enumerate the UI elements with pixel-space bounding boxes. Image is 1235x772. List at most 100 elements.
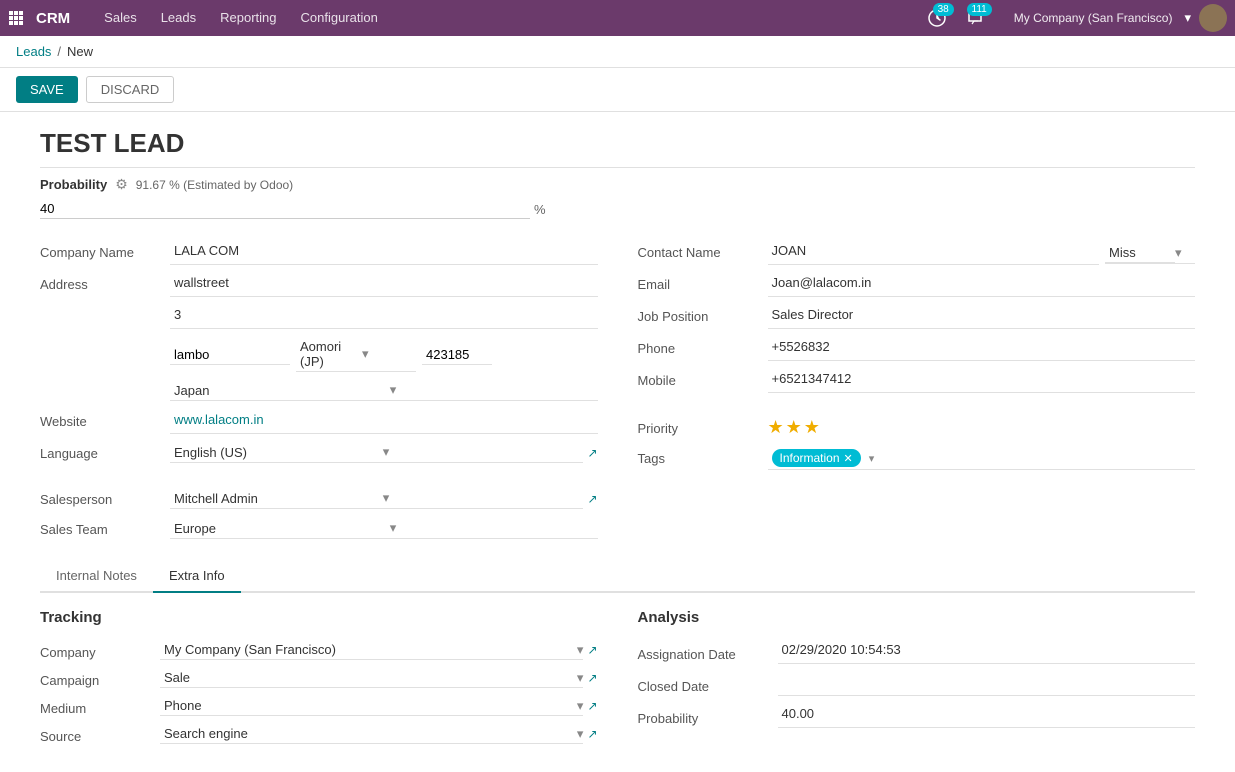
job-position-value[interactable]: Sales Director [768, 305, 1196, 329]
language-row: Language English (US) ▾ ↗ [40, 438, 598, 468]
gear-icon[interactable]: ⚙ [115, 176, 128, 193]
star-1[interactable]: ★ [768, 417, 784, 438]
tabs-bar: Internal Notes Extra Info [40, 560, 1195, 593]
address-label-country [40, 380, 170, 384]
contact-name-label: Contact Name [638, 241, 768, 260]
address-street[interactable]: wallstreet [170, 273, 598, 297]
probability-estimated: 91.67 % (Estimated by Odoo) [136, 178, 293, 192]
breadcrumb-new: New [67, 44, 93, 59]
company-name-value[interactable]: LALA COM [170, 241, 598, 265]
priority-stars[interactable]: ★ ★ ★ [768, 417, 820, 438]
discard-button[interactable]: DISCARD [86, 76, 175, 103]
address-city-row: Aomori (JP) ▾ [40, 333, 598, 376]
closed-date-value[interactable] [778, 672, 1196, 696]
nav-sales[interactable]: Sales [94, 0, 147, 36]
phone-row: Phone +5526832 [638, 333, 1196, 365]
tracking-campaign-label: Campaign [40, 669, 160, 688]
breadcrumb-leads[interactable]: Leads [16, 44, 51, 59]
extra-info-section: Tracking Company My Company (San Francis… [40, 609, 1195, 748]
tracking-campaign-ext[interactable]: ↗ [587, 671, 597, 685]
salesperson-dropdown[interactable]: Mitchell Admin ▾ [170, 488, 583, 509]
clock-badge: 38 [933, 3, 954, 16]
tracking-source-label: Source [40, 725, 160, 744]
website-row: Website www.lalacom.in [40, 406, 598, 438]
star-3[interactable]: ★ [804, 417, 820, 438]
tracking-campaign-caret[interactable]: ▾ [577, 670, 584, 686]
nav-leads[interactable]: Leads [151, 0, 206, 36]
address-number-row: 3 [40, 301, 598, 333]
phone-value[interactable]: +5526832 [768, 337, 1196, 361]
tracking-medium-caret[interactable]: ▾ [577, 698, 584, 714]
address-street-row: Address wallstreet [40, 269, 598, 301]
website-label: Website [40, 410, 170, 429]
nav-configuration[interactable]: Configuration [291, 0, 388, 36]
address-number[interactable]: 3 [170, 305, 598, 329]
analysis-title: Analysis [638, 609, 1196, 626]
sales-team-dropdown[interactable]: Europe ▾ [170, 518, 598, 539]
breadcrumb: Leads / New [0, 36, 1235, 68]
tab-internal-notes[interactable]: Internal Notes [40, 560, 153, 593]
mobile-value[interactable]: +6521347412 [768, 369, 1196, 393]
main-content: TEST LEAD Probability ⚙ 91.67 % (Estimat… [0, 112, 1235, 772]
address-label: Address [40, 273, 170, 292]
address-country-select[interactable]: Japan ▾ [170, 380, 598, 401]
sales-team-label: Sales Team [40, 518, 170, 537]
analysis-probability-row: Probability 40.00 [638, 700, 1196, 732]
tracking-medium-ext[interactable]: ↗ [587, 699, 597, 713]
address-country-row: Japan ▾ [40, 376, 598, 406]
analysis-probability-value[interactable]: 40.00 [778, 704, 1196, 728]
chat-icon-wrap[interactable]: 111 [966, 9, 984, 27]
language-ext-link[interactable]: ↗ [587, 446, 597, 460]
tracking-company-caret[interactable]: ▾ [577, 642, 584, 658]
tracking-section: Tracking Company My Company (San Francis… [40, 609, 598, 748]
address-state-select[interactable]: Aomori (JP) ▾ [296, 337, 416, 372]
tags-field[interactable]: Information ✕ ▾ [768, 447, 1196, 470]
tracking-source-ext[interactable]: ↗ [587, 727, 597, 741]
contact-first-name[interactable]: JOAN [768, 241, 1100, 265]
probability-input[interactable] [40, 199, 530, 219]
probability-input-row: % [40, 199, 1195, 219]
grid-icon[interactable] [8, 10, 24, 26]
tracking-source-caret[interactable]: ▾ [577, 726, 584, 742]
breadcrumb-separator: / [57, 44, 61, 59]
address-zip-input[interactable] [422, 345, 492, 365]
nav-reporting[interactable]: Reporting [210, 0, 286, 36]
language-select: English (US) ▾ ↗ [170, 442, 598, 463]
tag-label: Information [780, 451, 840, 465]
email-value[interactable]: Joan@lalacom.in [768, 273, 1196, 297]
form-right: Contact Name JOAN Miss ▾ Email Joan@lala… [638, 237, 1196, 544]
user-avatar[interactable] [1199, 4, 1227, 32]
tracking-company-ext[interactable]: ↗ [587, 643, 597, 657]
tag-information: Information ✕ [772, 449, 861, 467]
tracking-campaign-value[interactable]: Sale [160, 668, 573, 687]
tracking-medium-row: Medium Phone ▾ ↗ [40, 692, 598, 720]
company-selector[interactable]: My Company (San Francisco) [1014, 11, 1173, 25]
probability-label: Probability [40, 177, 107, 192]
phone-label: Phone [638, 337, 768, 356]
tracking-medium-field: Phone ▾ [160, 696, 583, 716]
clock-icon-wrap[interactable]: 38 [928, 9, 946, 27]
company-name-label: Company Name [40, 241, 170, 260]
salesperson-ext-link[interactable]: ↗ [587, 492, 597, 506]
contact-title-select[interactable]: Miss ▾ [1105, 243, 1195, 264]
lead-title[interactable]: TEST LEAD [40, 128, 1195, 168]
address-city-input[interactable] [170, 345, 290, 365]
language-dropdown[interactable]: English (US) ▾ [170, 442, 583, 463]
website-value[interactable]: www.lalacom.in [170, 410, 598, 434]
tags-caret[interactable]: ▾ [869, 452, 875, 465]
tracking-source-field: Search engine ▾ [160, 724, 583, 744]
job-position-row: Job Position Sales Director [638, 301, 1196, 333]
priority-label: Priority [638, 417, 768, 436]
tracking-company-value[interactable]: My Company (San Francisco) [160, 640, 573, 659]
tracking-source-value[interactable]: Search engine [160, 724, 573, 743]
tab-extra-info[interactable]: Extra Info [153, 560, 241, 593]
tracking-company-field: My Company (San Francisco) ▾ [160, 640, 583, 660]
tag-remove[interactable]: ✕ [844, 452, 853, 465]
tracking-medium-value[interactable]: Phone [160, 696, 573, 715]
save-button[interactable]: SAVE [16, 76, 78, 103]
mobile-row: Mobile +6521347412 [638, 365, 1196, 397]
email-row: Email Joan@lalacom.in [638, 269, 1196, 301]
analysis-section: Analysis Assignation Date 02/29/2020 10:… [638, 609, 1196, 748]
tracking-campaign-field: Sale ▾ [160, 668, 583, 688]
star-2[interactable]: ★ [786, 417, 802, 438]
